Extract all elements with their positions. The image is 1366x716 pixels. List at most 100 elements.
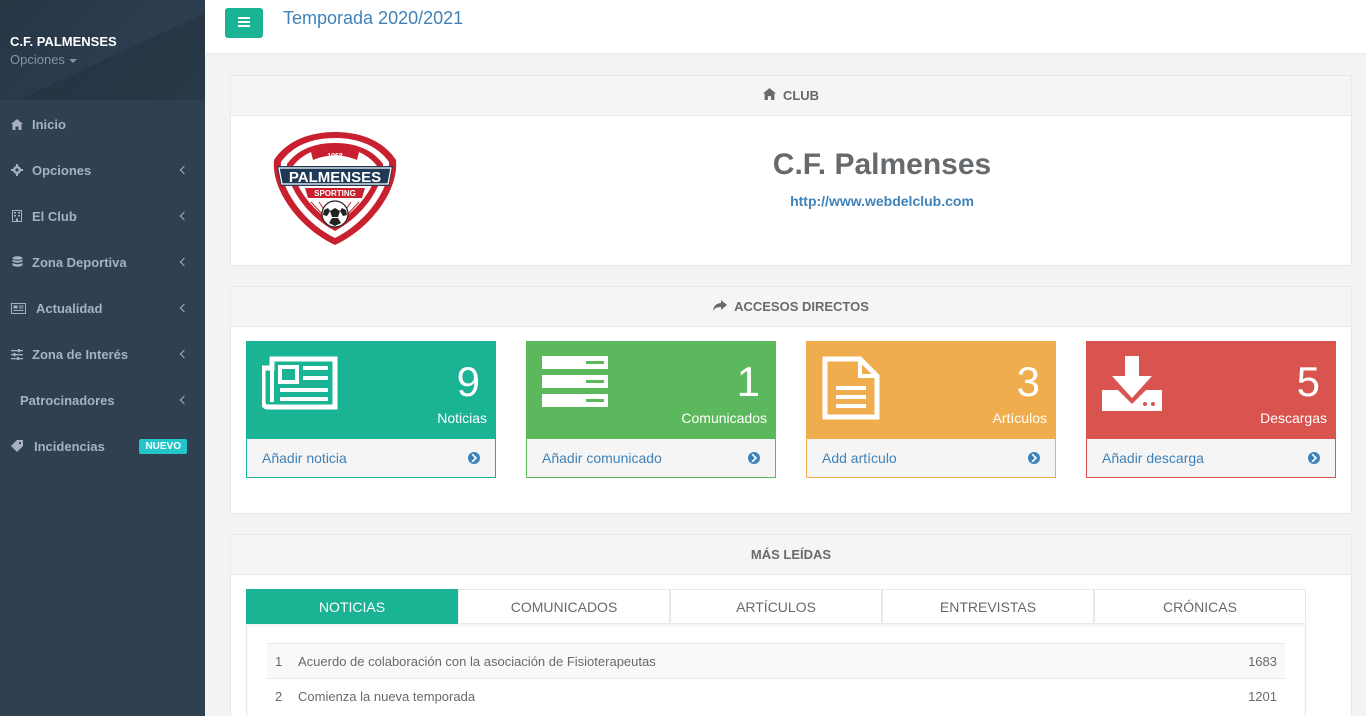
row-number: 1: [275, 653, 283, 669]
add-communique-link[interactable]: Añadir comunicado: [527, 439, 775, 477]
widget-top: 3 Artículos: [807, 342, 1055, 439]
widget-action-label: Añadir comunicado: [542, 450, 662, 466]
widget-action-label: Añadir noticia: [262, 450, 347, 466]
communiques-widget: 1 Comunicados Añadir comunicado: [526, 341, 776, 478]
club-website-link[interactable]: http://www.webdelclub.com: [231, 193, 1366, 209]
widget-label: Artículos: [992, 410, 1047, 426]
profile-name: C.F. PALMENSES: [10, 34, 117, 49]
server-icon: [542, 356, 610, 413]
sliders-icon: [10, 347, 24, 361]
sidebar: C.F. PALMENSES Opciones Inicio Opciones …: [0, 0, 205, 716]
downloads-widget: 5 Descargas Añadir descarga: [1086, 341, 1336, 478]
chevron-left-icon: [179, 211, 189, 221]
panel-header: ACCESOS DIRECTOS: [231, 287, 1351, 327]
home-icon: [10, 117, 24, 131]
chevron-left-icon: [179, 165, 189, 175]
widget-action-label: Add artículo: [822, 450, 897, 466]
tab-entrevistas[interactable]: ENTREVISTAS: [882, 589, 1094, 624]
database-icon: [10, 255, 24, 269]
arrow-circle-right-icon: [1028, 452, 1040, 464]
panel-title: CLUB: [782, 88, 820, 103]
widget-label: Descargas: [1260, 410, 1327, 426]
sidebar-item-zona-deportiva[interactable]: Zona Deportiva: [0, 239, 205, 285]
articles-widget: 3 Artículos Add artículo: [806, 341, 1056, 478]
sidebar-item-opciones[interactable]: Opciones: [0, 147, 205, 193]
top-navbar: Temporada 2020/2021: [205, 0, 1366, 54]
newspaper-icon: [260, 356, 338, 415]
widget-top: 1 Comunicados: [527, 342, 775, 439]
profile-options-label: Opciones: [10, 52, 65, 67]
sidebar-item-label: Opciones: [32, 162, 92, 178]
toggle-menu-button[interactable]: [225, 8, 263, 38]
table-row[interactable]: 1 Acuerdo de colaboración con la asociac…: [267, 643, 1285, 678]
tab-articulos[interactable]: ARTÍCULOS: [670, 589, 882, 624]
season-title: Temporada 2020/2021: [283, 8, 464, 28]
widget-action-label: Añadir descarga: [1102, 450, 1204, 466]
sidebar-nav: Inicio Opciones El Club Zona Deportiva A…: [0, 101, 205, 469]
add-article-link[interactable]: Add artículo: [807, 439, 1055, 477]
most-read-tabs: NOTICIAS COMUNICADOS ARTÍCULOS ENTREVIST…: [246, 589, 1306, 624]
file-text-icon: [822, 356, 880, 425]
row-title: Comienza la nueva temporada: [298, 688, 476, 704]
tab-cronicas[interactable]: CRÓNICAS: [1094, 589, 1306, 624]
sidebar-item-label: Incidencias: [34, 438, 105, 454]
news-widget: 9 Noticias Añadir noticia: [246, 341, 496, 478]
widget-count: 9: [456, 358, 480, 405]
panel-title: MÁS LEÍDAS: [750, 547, 832, 562]
profile-options-dropdown[interactable]: Opciones: [10, 52, 77, 67]
caret-down-icon: [68, 58, 77, 63]
hamburger-icon: [238, 14, 250, 32]
new-badge: NUEVO: [139, 438, 187, 454]
profile-header: C.F. PALMENSES Opciones: [0, 0, 205, 100]
widget-top: 5 Descargas: [1087, 342, 1335, 439]
add-news-link[interactable]: Añadir noticia: [247, 439, 495, 477]
club-body: 1958 PALMENSES SPORTING C.F. Palmenses h…: [231, 116, 1351, 266]
chevron-left-icon: [179, 349, 189, 359]
row-count: 1683: [1248, 653, 1277, 669]
most-read-panel: MÁS LEÍDAS NOTICIAS COMUNICADOS ARTÍCULO…: [230, 534, 1352, 716]
gear-icon: [10, 163, 24, 177]
club-name: C.F. Palmenses: [772, 148, 992, 181]
add-download-link[interactable]: Añadir descarga: [1087, 439, 1335, 477]
arrow-circle-right-icon: [1308, 452, 1320, 464]
sidebar-item-label: El Club: [32, 208, 77, 224]
tab-content: 1 Acuerdo de colaboración con la asociac…: [246, 624, 1306, 716]
sidebar-item-zona-de-interes[interactable]: Zona de Interés: [0, 331, 205, 377]
sidebar-item-inicio[interactable]: Inicio: [0, 101, 205, 147]
sidebar-item-actualidad[interactable]: Actualidad: [0, 285, 205, 331]
sidebar-item-label: Zona Deportiva: [32, 254, 127, 270]
widget-label: Noticias: [437, 410, 487, 426]
newspaper-icon: [10, 301, 26, 315]
widget-top: 9 Noticias: [247, 342, 495, 439]
share-icon: [713, 299, 734, 314]
chevron-left-icon: [179, 395, 189, 405]
sidebar-item-el-club[interactable]: El Club: [0, 193, 205, 239]
widget-count: 1: [736, 358, 760, 405]
panel-header: CLUB: [231, 76, 1351, 116]
widget-count: 3: [1016, 358, 1040, 405]
arrow-circle-right-icon: [468, 452, 480, 464]
building-icon: [10, 209, 24, 223]
club-panel: CLUB 1958 PALMENSES SPORTING C.F. Palmen…: [230, 75, 1352, 266]
home-icon: [762, 88, 783, 103]
sidebar-item-label: Zona de Interés: [32, 346, 129, 362]
panel-title: ACCESOS DIRECTOS: [734, 299, 869, 314]
tab-noticias[interactable]: NOTICIAS: [246, 589, 458, 624]
row-title: Acuerdo de colaboración con la asociació…: [298, 653, 656, 669]
widget-label: Comunicados: [681, 410, 767, 426]
arrow-circle-right-icon: [748, 452, 760, 464]
chevron-left-icon: [179, 303, 189, 313]
table-row[interactable]: 2 Comienza la nueva temporada 1201: [267, 678, 1285, 713]
sidebar-item-label: Actualidad: [36, 300, 103, 316]
tag-icon: [10, 439, 24, 453]
download-icon: [1102, 356, 1164, 417]
sidebar-item-incidencias[interactable]: Incidencias NUEVO: [0, 423, 205, 469]
panel-header: MÁS LEÍDAS: [231, 535, 1351, 575]
sidebar-item-label: Patrocinadores: [20, 392, 115, 408]
row-count: 1201: [1248, 688, 1277, 704]
widget-count: 5: [1296, 358, 1320, 405]
sidebar-item-patrocinadores[interactable]: Patrocinadores: [0, 377, 205, 423]
tab-comunicados[interactable]: COMUNICADOS: [458, 589, 670, 624]
shortcuts-panel: ACCESOS DIRECTOS 9 Noticias Añadir notic…: [230, 286, 1352, 514]
row-number: 2: [275, 688, 283, 704]
